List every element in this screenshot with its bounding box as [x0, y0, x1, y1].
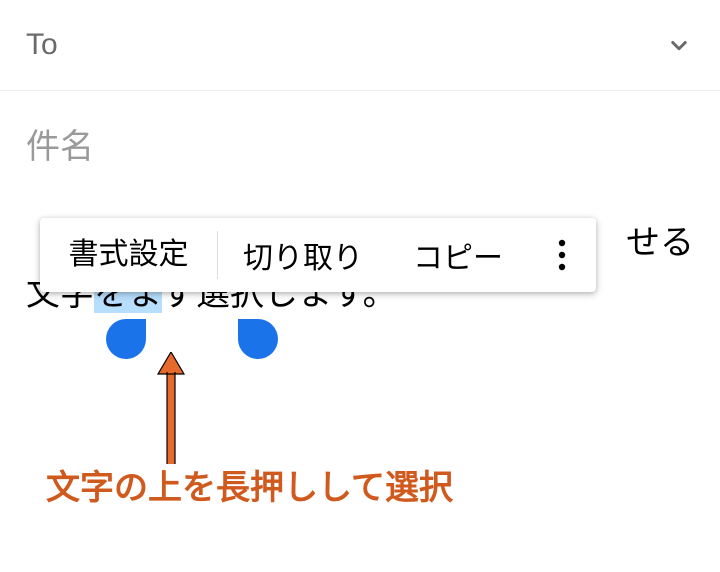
- text-context-menu: 書式設定 切り取り コピー: [40, 218, 596, 292]
- annotation-caption: 文字の上を長押しして選択: [46, 460, 453, 509]
- selection-handle-left[interactable]: [106, 319, 146, 359]
- to-field-row[interactable]: To: [0, 0, 720, 91]
- chevron-down-icon[interactable]: [664, 30, 694, 60]
- subject-placeholder: 件名: [26, 128, 94, 166]
- annotation-arrow-icon: [156, 352, 186, 469]
- selection-handle-right[interactable]: [238, 319, 278, 359]
- body-line1-suffix: せる: [626, 224, 694, 262]
- menu-format[interactable]: 書式設定: [40, 231, 218, 279]
- menu-cut[interactable]: 切り取り: [218, 233, 388, 277]
- menu-more-icon[interactable]: [528, 218, 596, 292]
- subject-field-row[interactable]: 件名: [0, 91, 720, 190]
- to-label: To: [26, 28, 58, 62]
- menu-copy[interactable]: コピー: [388, 233, 528, 277]
